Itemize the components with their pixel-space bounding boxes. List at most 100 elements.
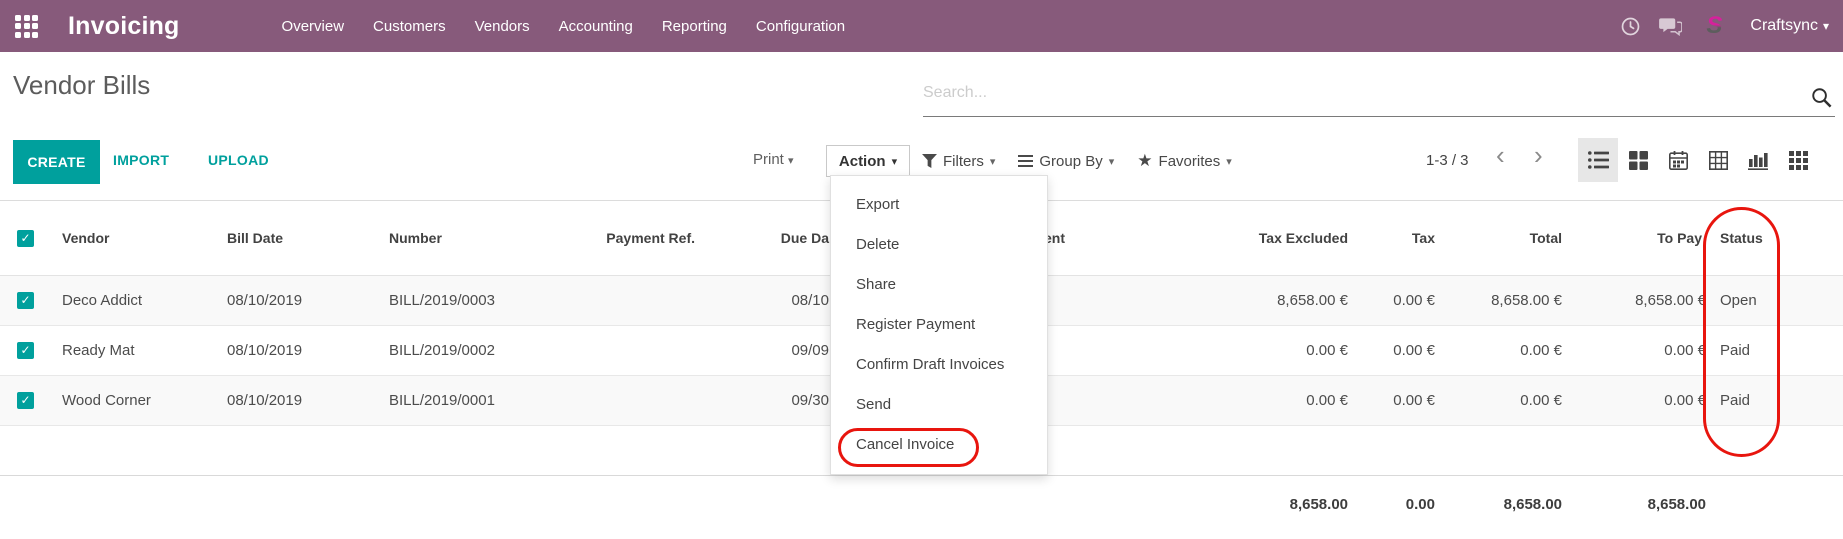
cell-tax-excluded[interactable]: 0.00 € — [1075, 375, 1358, 425]
pager-next-button[interactable]: › — [1534, 142, 1543, 168]
app-menu: Overview Customers Vendors Accounting Re… — [282, 18, 846, 35]
chevron-down-icon: ▾ — [990, 155, 996, 168]
nav-item-customers[interactable]: Customers — [373, 18, 446, 35]
kanban-view-button[interactable] — [1618, 138, 1658, 182]
chevron-down-icon: ▾ — [1226, 155, 1232, 168]
action-dropdown-button[interactable]: Action ▾ — [826, 145, 910, 177]
messages-chat-icon[interactable] — [1659, 17, 1682, 36]
user-menu[interactable]: Craftsync ▾ — [1746, 17, 1829, 35]
pager-previous-button[interactable]: ‹ — [1496, 142, 1505, 168]
cell-vendor[interactable]: Deco Addict — [48, 275, 213, 325]
chevron-down-icon: ▾ — [1109, 155, 1115, 168]
favorites-button[interactable]: ★ Favorites ▾ — [1137, 151, 1231, 171]
cell-payment-ref[interactable] — [560, 375, 705, 425]
cell-number[interactable]: BILL/2019/0003 — [375, 275, 560, 325]
action-dropdown-menu: Export Delete Share Register Payment Con… — [830, 175, 1048, 475]
cell-to-pay[interactable]: 0.00 € — [1572, 325, 1712, 375]
cell-bill-date[interactable]: 08/10/2019 — [213, 325, 375, 375]
upload-button[interactable]: UPLOAD — [208, 152, 269, 168]
cell-tax-excluded[interactable]: 8,658.00 € — [1075, 275, 1358, 325]
pager-range: 1-3 / 3 — [1426, 152, 1469, 169]
user-avatar[interactable]: S — [1701, 11, 1727, 41]
row-checkbox[interactable]: ✓ — [17, 392, 34, 409]
chevron-down-icon: ▾ — [1823, 19, 1829, 33]
cell-to-pay[interactable]: 8,658.00 € — [1572, 275, 1712, 325]
menu-item-confirm-draft-invoices[interactable]: Confirm Draft Invoices — [831, 345, 1047, 385]
column-header-vendor[interactable]: Vendor — [48, 202, 213, 275]
total-to-pay: 8,658.00 — [1572, 475, 1712, 515]
create-button[interactable]: CREATE — [13, 140, 100, 184]
filter-funnel-icon — [922, 154, 937, 168]
total-total: 8,658.00 — [1445, 475, 1572, 515]
cell-total[interactable]: 8,658.00 € — [1445, 275, 1572, 325]
cell-status[interactable]: Paid — [1712, 375, 1790, 425]
star-icon: ★ — [1137, 151, 1152, 171]
cell-bill-date[interactable]: 08/10/2019 — [213, 275, 375, 325]
activities-clock-icon[interactable] — [1621, 17, 1640, 36]
nav-item-vendors[interactable]: Vendors — [475, 18, 530, 35]
cell-vendor[interactable]: Ready Mat — [48, 325, 213, 375]
cell-tax[interactable]: 0.00 € — [1358, 275, 1445, 325]
column-header-number[interactable]: Number — [375, 202, 560, 275]
group-by-bars-icon — [1018, 153, 1033, 170]
top-navbar: Invoicing Overview Customers Vendors Acc… — [0, 0, 1843, 52]
cell-bill-date[interactable]: 08/10/2019 — [213, 375, 375, 425]
cell-due-date[interactable]: 09/09 — [705, 325, 832, 375]
nav-item-accounting[interactable]: Accounting — [559, 18, 633, 35]
cell-to-pay[interactable]: 0.00 € — [1572, 375, 1712, 425]
import-button[interactable]: IMPORT — [113, 152, 169, 168]
select-all-checkbox[interactable]: ✓ — [17, 230, 34, 247]
column-header-tax[interactable]: Tax — [1358, 202, 1445, 275]
cell-total[interactable]: 0.00 € — [1445, 325, 1572, 375]
nav-item-configuration[interactable]: Configuration — [756, 18, 845, 35]
column-header-due-date[interactable]: Due Da — [705, 202, 832, 275]
user-name: Craftsync — [1750, 17, 1818, 35]
search-input[interactable] — [923, 80, 1783, 106]
cell-vendor[interactable]: Wood Corner — [48, 375, 213, 425]
menu-item-share[interactable]: Share — [831, 265, 1047, 305]
cell-payment-ref[interactable] — [560, 325, 705, 375]
column-header-total[interactable]: Total — [1445, 202, 1572, 275]
cell-tax[interactable]: 0.00 € — [1358, 375, 1445, 425]
menu-item-register-payment[interactable]: Register Payment — [831, 305, 1047, 345]
nav-item-reporting[interactable]: Reporting — [662, 18, 727, 35]
totals-row: 8,658.00 0.00 8,658.00 8,658.00 — [0, 475, 1843, 515]
cell-payment-ref[interactable] — [560, 275, 705, 325]
apps-grid-icon[interactable] — [15, 15, 38, 38]
cell-tax-excluded[interactable]: 0.00 € — [1075, 325, 1358, 375]
cell-number[interactable]: BILL/2019/0001 — [375, 375, 560, 425]
column-header-payment-ref[interactable]: Payment Ref. — [560, 202, 705, 275]
cell-total[interactable]: 0.00 € — [1445, 375, 1572, 425]
column-header-bill-date[interactable]: Bill Date — [213, 202, 375, 275]
page-title: Vendor Bills — [13, 70, 150, 101]
activity-view-button[interactable] — [1778, 138, 1818, 182]
cell-tax[interactable]: 0.00 € — [1358, 325, 1445, 375]
column-header-tax-excluded[interactable]: Tax Excluded — [1075, 202, 1358, 275]
menu-item-export[interactable]: Export — [831, 185, 1047, 225]
search-icon[interactable] — [1810, 86, 1833, 109]
cell-status[interactable]: Paid — [1712, 325, 1790, 375]
cell-status[interactable]: Open — [1712, 275, 1790, 325]
search-box — [923, 80, 1835, 117]
group-by-button[interactable]: Group By ▾ — [1018, 151, 1114, 171]
nav-item-overview[interactable]: Overview — [282, 18, 345, 35]
list-view-button[interactable] — [1578, 138, 1618, 182]
menu-item-cancel-invoice[interactable]: Cancel Invoice — [831, 425, 1047, 465]
cell-due-date[interactable]: 09/30 — [705, 375, 832, 425]
graph-view-button[interactable] — [1738, 138, 1778, 182]
column-header-to-pay[interactable]: To Pay — [1572, 202, 1712, 275]
menu-item-delete[interactable]: Delete — [831, 225, 1047, 265]
row-checkbox[interactable]: ✓ — [17, 292, 34, 309]
row-checkbox[interactable]: ✓ — [17, 342, 34, 359]
total-tax-excluded: 8,658.00 — [1075, 475, 1358, 515]
total-tax: 0.00 — [1358, 475, 1445, 515]
search-options: Filters ▾ Group By ▾ ★ Favorites ▾ — [922, 151, 1232, 171]
cell-number[interactable]: BILL/2019/0002 — [375, 325, 560, 375]
filters-button[interactable]: Filters ▾ — [922, 151, 995, 171]
cell-due-date[interactable]: 08/10 — [705, 275, 832, 325]
print-dropdown-button[interactable]: Print ▾ — [753, 151, 794, 168]
pivot-view-button[interactable] — [1698, 138, 1738, 182]
menu-item-send[interactable]: Send — [831, 385, 1047, 425]
calendar-view-button[interactable] — [1658, 138, 1698, 182]
column-header-status[interactable]: Status — [1712, 202, 1790, 275]
